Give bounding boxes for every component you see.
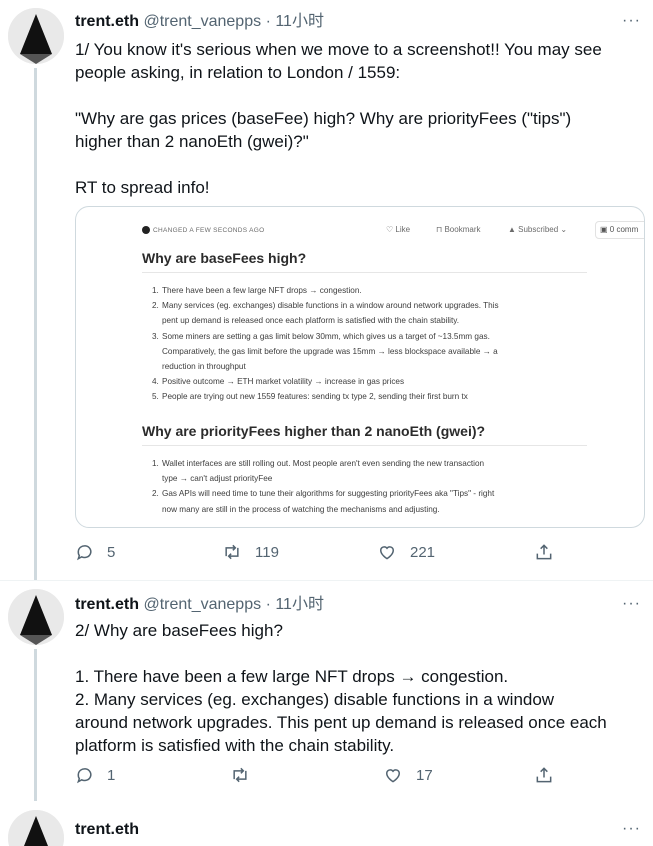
subscribed-label: Subscribed bbox=[518, 225, 559, 234]
tweet-actions: 1 17 bbox=[75, 765, 565, 789]
comments-box: ▣ 0 comm bbox=[595, 221, 644, 239]
separator-dot: · bbox=[265, 596, 271, 613]
share-icon bbox=[536, 767, 552, 783]
tweet-text-line: 1. There have been a few large NFT drops… bbox=[75, 667, 509, 686]
like-count: 221 bbox=[410, 543, 436, 561]
tweet-text-line: "Why are gas prices (baseFee) high? Why … bbox=[75, 109, 572, 128]
basefees-list: 1. There have been a few large NFT drops … bbox=[152, 283, 582, 405]
list-item: 1. Wallet interfaces are still rolling ou… bbox=[152, 459, 485, 484]
user-handle[interactable]: @trent_vanepps bbox=[143, 13, 261, 30]
tweet-text-line: platform is satisfied with the chain sta… bbox=[75, 736, 395, 755]
tweet-text: 1/ You know it's serious when we move to… bbox=[75, 38, 645, 199]
tweet-text-line: higher than 2 nanoEth (gwei)?" bbox=[75, 132, 309, 151]
heading-rule bbox=[142, 272, 587, 273]
attached-screenshot[interactable]: CHANGED A FEW SECONDS AGO ♡ Like ⊓ Bookm… bbox=[75, 206, 645, 528]
avatar[interactable] bbox=[8, 810, 64, 846]
more-options-icon[interactable]: ··· bbox=[622, 820, 641, 838]
tweet-text-line: 1/ You know it's serious when we move to… bbox=[75, 40, 602, 59]
tweet-text-line: RT to spread info! bbox=[75, 178, 210, 197]
list-item: 5. People are trying out new 1559 feature… bbox=[152, 392, 468, 402]
list-item: 4. Positive outcome → ETH market volatili… bbox=[152, 377, 405, 387]
tweet-text-line: 2/ Why are baseFees high? bbox=[75, 621, 283, 640]
share-icon bbox=[536, 544, 552, 560]
list-item: 1. There have been a few large NFT drops … bbox=[152, 286, 362, 295]
more-options-icon[interactable]: ··· bbox=[622, 12, 641, 30]
triangle-logo-avatar-icon bbox=[8, 8, 64, 64]
subscribed-item: ▲ Subscribed ⌄ bbox=[508, 225, 568, 234]
retweet-icon bbox=[225, 544, 239, 560]
heading-priorityfees: Why are priorityFees higher than 2 nanoE… bbox=[142, 423, 486, 439]
list-item: 2. Gas APIs will need time to tune their … bbox=[152, 489, 495, 514]
tweet-header: trent.eth @trent_vanepps · 11小时 bbox=[75, 595, 324, 615]
retweet-button[interactable]: 119 bbox=[221, 542, 279, 562]
timestamp[interactable]: 11小时 bbox=[275, 596, 324, 613]
share-button[interactable] bbox=[534, 542, 554, 562]
reply-button[interactable]: 1 bbox=[75, 765, 115, 785]
thread-line bbox=[34, 68, 37, 580]
tweet-text-line: around network upgrades. This pent up de… bbox=[75, 713, 607, 732]
tweet-2[interactable]: trent.eth @trent_vanepps · 11小时 ··· 2/ W… bbox=[0, 581, 653, 801]
display-name[interactable]: trent.eth bbox=[75, 13, 139, 30]
comments-label: 0 comm bbox=[609, 225, 639, 234]
bookmark-item: ⊓ Bookmark bbox=[436, 225, 481, 234]
timestamp[interactable]: 11小时 bbox=[275, 13, 324, 30]
changed-meta: CHANGED A FEW SECONDS AGO bbox=[142, 226, 265, 234]
priorityfees-list: 1. Wallet interfaces are still rolling ou… bbox=[152, 456, 582, 517]
share-button[interactable] bbox=[534, 765, 554, 785]
tweet-3[interactable]: trent.eth ··· bbox=[0, 802, 653, 846]
tweet-actions: 5 119 221 bbox=[75, 542, 565, 566]
list-item: 3. Some miners are setting a gas limit be… bbox=[152, 331, 498, 372]
avatar[interactable] bbox=[8, 589, 64, 645]
retweet-icon bbox=[233, 767, 247, 783]
like-count: 17 bbox=[416, 766, 433, 784]
list-item: 2. Many services (eg. exchanges) disable … bbox=[152, 301, 499, 326]
thread-line bbox=[34, 649, 37, 801]
reply-count: 5 bbox=[107, 543, 116, 561]
heading-basefees: Why are baseFees high? bbox=[142, 250, 307, 266]
like-button[interactable]: 17 bbox=[382, 765, 433, 785]
changed-meta-text: CHANGED A FEW SECONDS AGO bbox=[153, 226, 265, 234]
reply-icon bbox=[77, 768, 92, 784]
reply-icon bbox=[77, 545, 92, 561]
more-options-icon[interactable]: ··· bbox=[622, 595, 641, 613]
triangle-logo-avatar-icon bbox=[8, 810, 64, 846]
retweet-button[interactable] bbox=[229, 765, 251, 785]
triangle-logo-avatar-icon bbox=[8, 589, 64, 645]
heart-icon bbox=[379, 546, 395, 560]
reply-count: 1 bbox=[107, 766, 116, 784]
like-label: Like bbox=[395, 225, 411, 234]
tweet-1[interactable]: trent.eth @trent_vanepps · 11小时 ··· 1/ Y… bbox=[0, 0, 653, 580]
avatar[interactable] bbox=[8, 8, 64, 64]
display-name[interactable]: trent.eth bbox=[75, 821, 139, 838]
heart-icon bbox=[385, 769, 401, 783]
tweet-header: trent.eth @trent_vanepps · 11小时 bbox=[75, 12, 324, 32]
separator-dot: · bbox=[265, 13, 271, 30]
tweet-text-line: 2. Many services (eg. exchanges) disable… bbox=[75, 690, 555, 709]
retweet-count: 119 bbox=[255, 543, 279, 561]
display-name[interactable]: trent.eth bbox=[75, 596, 139, 613]
tweet-header: trent.eth bbox=[75, 820, 139, 840]
tweet-text-line: people asking, in relation to London / 1… bbox=[75, 63, 401, 82]
like-button[interactable]: 221 bbox=[376, 542, 435, 562]
user-handle[interactable]: @trent_vanepps bbox=[143, 596, 261, 613]
like-item: ♡ Like bbox=[386, 225, 411, 234]
tweet-text: 2/ Why are baseFees high? 1. There have … bbox=[75, 619, 645, 757]
page-icon bbox=[142, 226, 150, 234]
heading-rule bbox=[142, 445, 587, 446]
bookmark-label: Bookmark bbox=[444, 225, 481, 234]
reply-button[interactable]: 5 bbox=[75, 542, 115, 562]
